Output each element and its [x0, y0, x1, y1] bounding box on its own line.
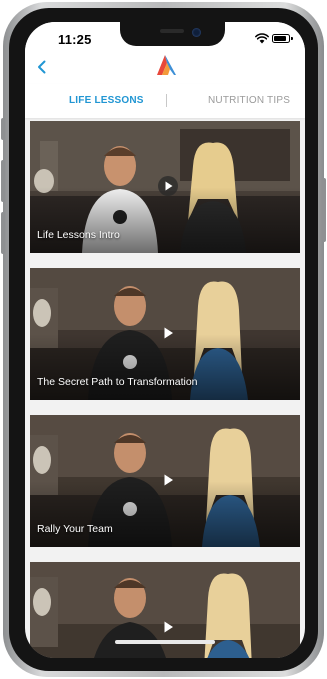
volume-down-button	[1, 212, 5, 254]
volume-up-button	[1, 160, 5, 202]
thumbnail-gradient	[30, 481, 300, 547]
wifi-icon	[255, 33, 269, 44]
tab-divider	[166, 94, 167, 107]
play-icon[interactable]	[158, 617, 178, 637]
video-title: Rally Your Team	[37, 523, 113, 535]
notch	[120, 22, 225, 46]
status-time: 11:25	[58, 32, 92, 47]
play-icon[interactable]	[158, 176, 178, 196]
battery-icon	[272, 34, 293, 43]
tab-bar: LIFE LESSONS NUTRITION TIPS	[25, 84, 305, 118]
video-card[interactable]: Life Lessons Intro	[30, 121, 300, 253]
front-camera	[192, 28, 201, 37]
tab-life-lessons[interactable]: LIFE LESSONS	[69, 95, 144, 106]
silent-switch	[1, 118, 5, 140]
video-title: The Secret Path to Transformation	[37, 376, 198, 388]
power-button	[322, 178, 326, 242]
chevron-left-icon[interactable]	[34, 57, 50, 77]
play-icon[interactable]	[158, 323, 178, 343]
video-title: Life Lessons Intro	[37, 229, 120, 241]
thumbnail-gradient	[30, 334, 300, 400]
transform-logo-icon	[157, 55, 176, 75]
nav-bar	[25, 50, 305, 84]
thumbnail-gradient	[30, 187, 300, 253]
app-screen: 11:25 LIFE LESSONS NUTRITION TIPS Life L…	[25, 22, 305, 658]
home-indicator	[115, 640, 215, 644]
video-card[interactable]: Rally Your Team	[30, 415, 300, 547]
video-feed[interactable]: Life Lessons Intro The Secret Path to Tr…	[25, 118, 305, 658]
play-icon[interactable]	[158, 470, 178, 490]
video-card[interactable]: The Secret Path to Transformation	[30, 268, 300, 400]
speaker-grille	[160, 29, 184, 33]
tab-nutrition-tips[interactable]: NUTRITION TIPS	[208, 95, 290, 106]
